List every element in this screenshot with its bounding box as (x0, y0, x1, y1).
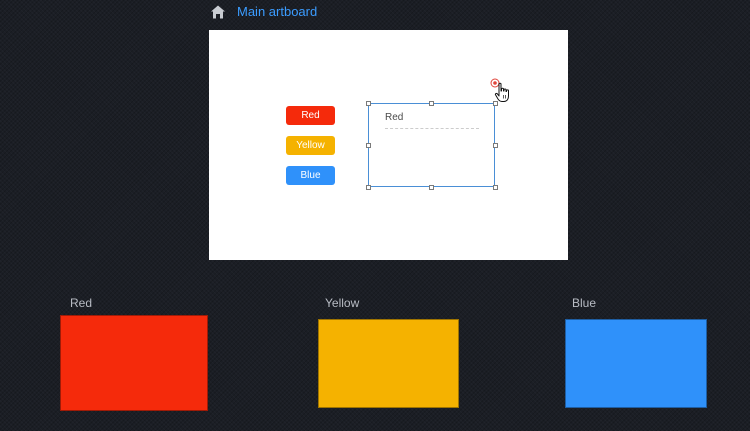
red-button[interactable]: Red (286, 106, 335, 125)
blue-button[interactable]: Blue (286, 166, 335, 185)
hand-pointer-icon (494, 82, 509, 102)
resize-handle-top-left[interactable] (366, 101, 371, 106)
text-box-value: Red (385, 112, 404, 123)
resize-handle-middle-right[interactable] (493, 143, 498, 148)
swatch-label-blue: Blue (572, 296, 597, 310)
swatch-blue[interactable] (565, 319, 707, 408)
swatch-label-red: Red (70, 296, 93, 310)
resize-handle-bottom-middle[interactable] (429, 185, 434, 190)
breadcrumb: Main artboard (210, 3, 317, 21)
swatch-yellow[interactable] (318, 319, 459, 408)
artboard-canvas[interactable]: Red Yellow Blue Red (209, 30, 568, 260)
selected-text-box[interactable]: Red (368, 103, 495, 187)
resize-handle-bottom-right[interactable] (493, 185, 498, 190)
resize-handle-bottom-left[interactable] (366, 185, 371, 190)
yellow-button[interactable]: Yellow (286, 136, 335, 155)
text-box-underline (385, 128, 479, 129)
artboard-title-link[interactable]: Main artboard (237, 3, 317, 21)
resize-handle-top-middle[interactable] (429, 101, 434, 106)
home-icon[interactable] (210, 4, 226, 20)
swatch-label-yellow: Yellow (325, 296, 360, 310)
swatch-red[interactable] (60, 315, 208, 411)
resize-handle-middle-left[interactable] (366, 143, 371, 148)
